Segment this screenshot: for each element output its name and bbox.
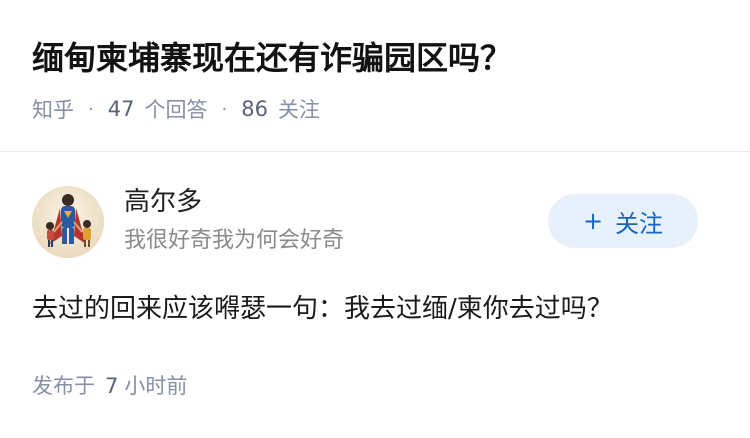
author-name[interactable]: 高尔多 bbox=[124, 184, 202, 220]
published-prefix: 发布于 bbox=[32, 374, 95, 398]
meta-separator: · bbox=[221, 98, 228, 120]
follows-label: 关注 bbox=[277, 98, 320, 122]
answers-label[interactable]: 个回答 bbox=[144, 94, 207, 124]
answer-content[interactable]: 去过的回来应该嘚瑟一句：我去过缅/柬你去过吗？ bbox=[32, 288, 722, 330]
follow-button-label: 关注 bbox=[615, 209, 664, 238]
superhero-family-avatar-icon bbox=[32, 186, 104, 258]
plus-icon: + bbox=[582, 207, 604, 235]
answers-count: 47 bbox=[107, 97, 135, 121]
author-bio: 我很好奇我为何会好奇 bbox=[124, 228, 345, 253]
source-label: 知乎 bbox=[32, 98, 74, 122]
question-meta: 知乎 · 47 个回答 · 86 关注 bbox=[32, 92, 320, 126]
follow-button[interactable]: + 关注 bbox=[548, 194, 698, 248]
divider bbox=[0, 151, 750, 152]
meta-separator: · bbox=[88, 98, 94, 120]
author-avatar[interactable] bbox=[32, 186, 104, 258]
follows-count: 86 bbox=[241, 97, 268, 121]
published-value: 7 bbox=[105, 374, 119, 398]
published-unit: 小时前 bbox=[124, 374, 188, 398]
question-title[interactable]: 缅甸柬埔寨现在还有诈骗园区吗？ bbox=[32, 36, 512, 80]
published-time: 发布于 7 小时前 bbox=[32, 370, 187, 402]
